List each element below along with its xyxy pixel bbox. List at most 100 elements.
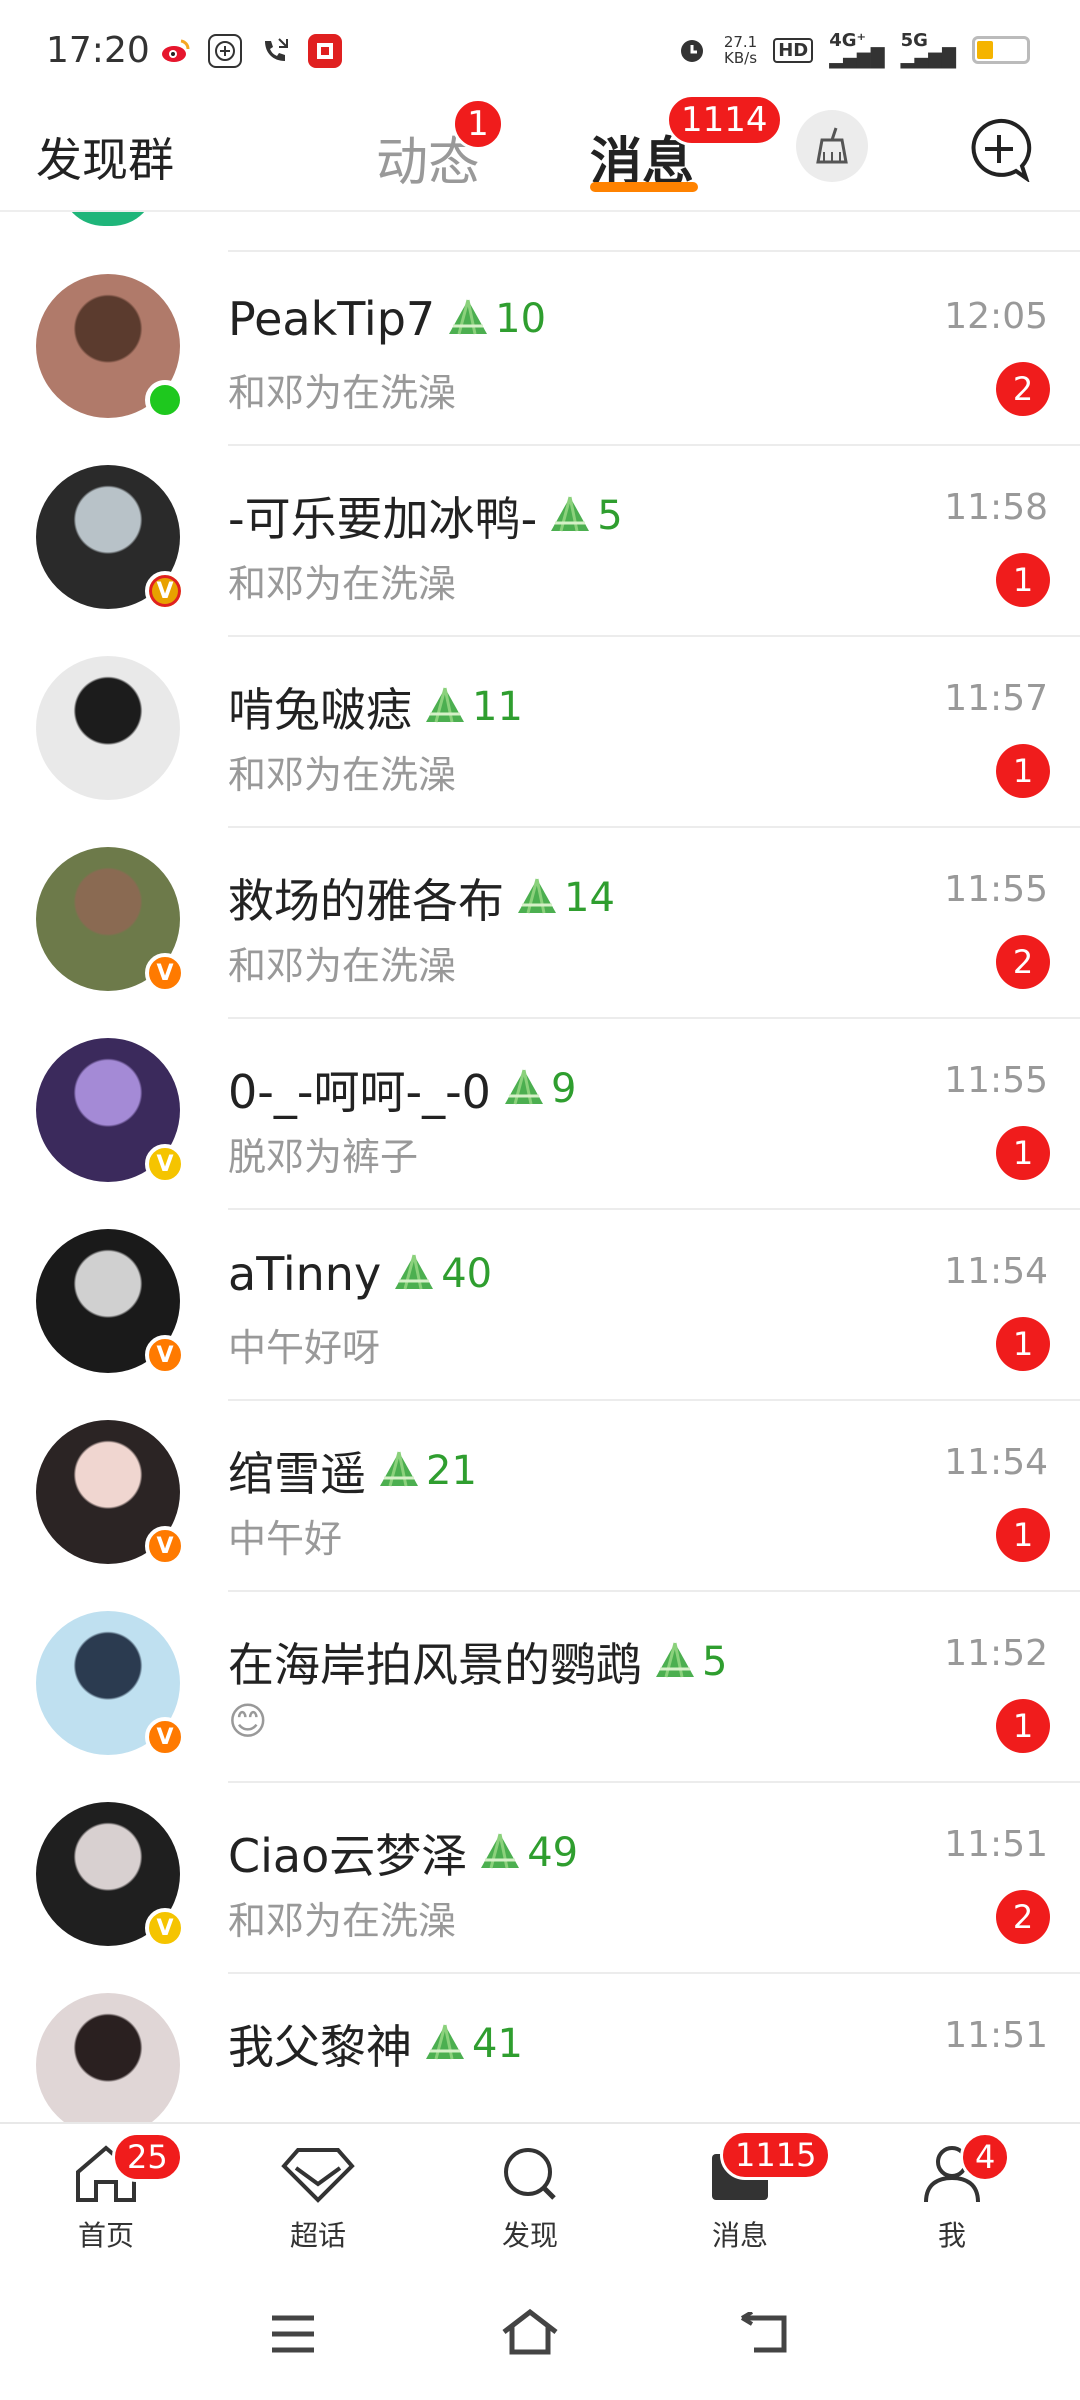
user-level: 14 [564,875,615,921]
message-preview: 中午好 [228,1517,343,1561]
conversation-row[interactable]: V 0-_-呵呵-_-0 9 脱邓为裤子 11:55 1 [0,1016,1080,1210]
conversation-row[interactable]: PeakTip7 10 和邓为在洗澡 12:05 2 [0,252,1080,446]
unread-count: 1 [996,1508,1050,1562]
message-preview: 中午好呀 [228,1326,381,1370]
menu-icon[interactable] [270,2314,316,2354]
tab-home-badge: 25 [112,2132,183,2182]
conversation-name-line: 0-_-呵呵-_-0 9 [228,1056,576,1122]
tab-discover[interactable]: 发现 [450,2136,610,2266]
conversation-name-line: Ciao云梦泽 49 [228,1820,578,1886]
conversation-name-line: 啃兔啵痣 11 [228,674,523,740]
user-level: 5 [702,1639,728,1685]
tab-home-label: 首页 [77,2219,134,2252]
message-time: 11:52 [944,1633,1048,1674]
clear-unread-button[interactable] [796,110,868,182]
user-level: 10 [495,296,547,342]
verified-badge-icon: V [145,1908,185,1948]
level-leaf-icon [426,2024,464,2060]
conversation-row[interactable]: VaTinny 40 中午好呀 11:54 1 [0,1207,1080,1401]
tab-home[interactable]: 首页 25 [26,2132,186,2266]
message-time: 11:51 [944,2015,1048,2056]
bottom-tab-bar: 首页 25 超话 发现 消息 1115 我 4 [0,2122,1080,2272]
level-leaf-icon [449,299,488,335]
message-time: 11:55 [944,869,1048,910]
message-preview: 😊 [228,1699,268,1743]
conversation-name: 啃兔啵痣 [228,683,412,737]
conversation-name: 在海岸拍风景的鹦鹉 [228,1638,642,1692]
conversation-row[interactable]: V 绾雪遥 21 中午好 11:54 1 [0,1398,1080,1592]
weibo-notification-icon [158,34,192,68]
missed-call-icon [258,34,292,68]
broom-icon [816,127,848,164]
tab-messages-bottom[interactable]: 消息 1115 [660,2130,832,2266]
verified-badge-icon: V [145,1526,185,1566]
avatar [60,212,156,226]
new-chat-button[interactable] [966,116,1032,184]
avatar[interactable] [36,656,180,800]
conversation-row[interactable]: V 救场的雅各布 14 和邓为在洗澡 11:55 2 [0,825,1080,1019]
conversation-name: 0-_-呵呵-_-0 [228,1065,491,1119]
tab-super-topics[interactable]: 超话 [238,2136,398,2266]
partial-row [0,212,1080,252]
discover-groups-link[interactable]: 发现群 [36,124,174,190]
user-level: 5 [597,493,623,539]
conversation-name-line: 我父黎神 41 [228,2011,523,2077]
conversation-name-line: 绾雪遥 21 [228,1438,477,1504]
tab-active-indicator [590,182,698,192]
back-icon[interactable] [740,2312,790,2356]
level-leaf-icon [504,1069,543,1105]
signal-4g-label: 4G⁺ [829,30,867,51]
unread-count: 2 [996,935,1050,989]
user-level: 41 [472,2021,523,2067]
conversation-name: 绾雪遥 [228,1447,366,1501]
tab-messages-bottom-badge: 1115 [720,2130,832,2180]
battery-level [977,41,993,59]
avatar[interactable] [36,1993,180,2122]
message-time: 11:57 [944,678,1048,719]
signal-5g-label: 5G [900,30,928,51]
conversation-row[interactable]: V Ciao云梦泽 49 和邓为在洗澡 11:51 2 [0,1780,1080,1974]
level-leaf-icon [551,496,590,532]
system-nav-bar [0,2272,1080,2400]
user-level: 9 [550,1066,577,1112]
network-speed: 27.1 KB/s [724,34,757,66]
user-level: 40 [441,1251,493,1297]
message-preview: 和邓为在洗澡 [228,562,457,606]
unread-count: 1 [996,553,1050,607]
tab-me-badge: 4 [960,2132,1011,2182]
tab-me-label: 我 [937,2219,966,2252]
search-icon [504,2148,556,2200]
home-nav-icon[interactable] [500,2308,560,2356]
conversation-row[interactable]: V 在海岸拍风景的鹦鹉 5 😊 11:52 1 [0,1589,1080,1783]
tab-messages-label: 消息 [711,2219,768,2252]
message-preview: 和邓为在洗澡 [228,753,457,797]
top-nav: 发现群 动态 1 消息 1114 [0,94,1080,212]
level-leaf-icon [481,1833,520,1869]
hd-icon: HD [773,37,814,63]
verified-badge-icon: V [145,1335,185,1375]
unread-count: 1 [996,1699,1050,1753]
tab-me[interactable]: 我 4 [872,2132,1032,2266]
level-leaf-icon [518,878,556,914]
conversation-row[interactable]: 啃兔啵痣 11 和邓为在洗澡 11:57 1 [0,634,1080,828]
user-level: 11 [472,684,523,730]
status-time: 17:20 [46,30,150,71]
message-preview: 脱邓为裤子 [228,1135,419,1179]
app-red-notification-icon [308,34,342,68]
level-leaf-icon [656,1642,694,1678]
message-preview: 和邓为在洗澡 [228,371,457,415]
conversation-row[interactable]: V -可乐要加冰鸭- 5 和邓为在洗澡 11:58 1 [0,443,1080,637]
tab-messages-badge: 1114 [666,94,783,146]
verified-badge-icon: V [145,1717,185,1757]
signal-5g: 5G ▂▄▆█ [900,30,956,69]
user-level: 49 [527,1830,579,1876]
status-indicators: 27.1 KB/s HD 4G⁺ ▂▄▆█ 5G ▂▄▆█ [676,32,1030,68]
add-chat-icon [971,118,1032,184]
message-preview: 和邓为在洗澡 [228,1899,457,1943]
conversation-list[interactable]: PeakTip7 10 和邓为在洗澡 12:05 2 V -可乐要加冰鸭- 5 和邓为在洗澡 11… [0,212,1080,2122]
conversation-name: Ciao云梦泽 [228,1829,468,1883]
conversation-row[interactable]: 我父黎神 41 11:51 [0,1971,1080,2122]
tab-discover-label: 发现 [501,2219,558,2252]
level-leaf-icon [380,1451,418,1487]
level-leaf-icon [426,687,464,723]
